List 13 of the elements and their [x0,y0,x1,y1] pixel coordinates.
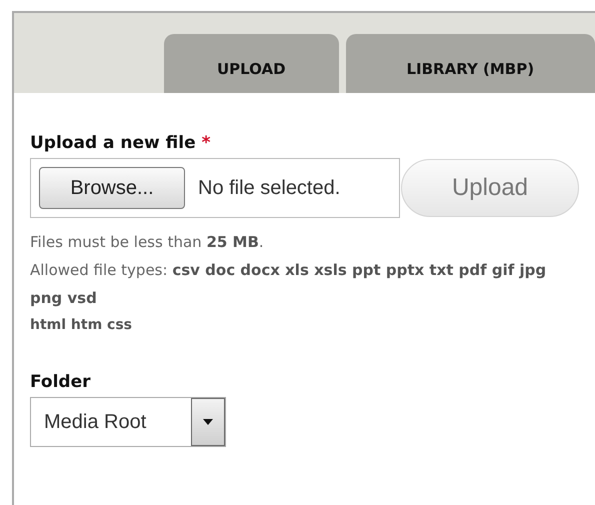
help-text: html htm css [30,316,134,335]
field-label: Folder [30,372,92,392]
file-input[interactable]: Browse... No file selected. [30,158,400,218]
help-text: Allowed file types: csv doc docx xls xsls ppt pptx txt pdf gif jpg png vsd [30,260,548,309]
dropdown-arrow-icon [203,419,213,425]
file-status: No file selected. [198,176,340,200]
field-label: Upload a new file [30,133,196,153]
tab[interactable]: UPLOAD [164,34,339,93]
folder-select[interactable]: Media Root [30,397,226,447]
help-text: Files must be less than 25 MB. [30,232,265,253]
browse-button[interactable]: Browse... [39,167,185,209]
required-mark: * [202,133,210,153]
tab[interactable]: LIBRARY (MBP) [346,34,595,93]
